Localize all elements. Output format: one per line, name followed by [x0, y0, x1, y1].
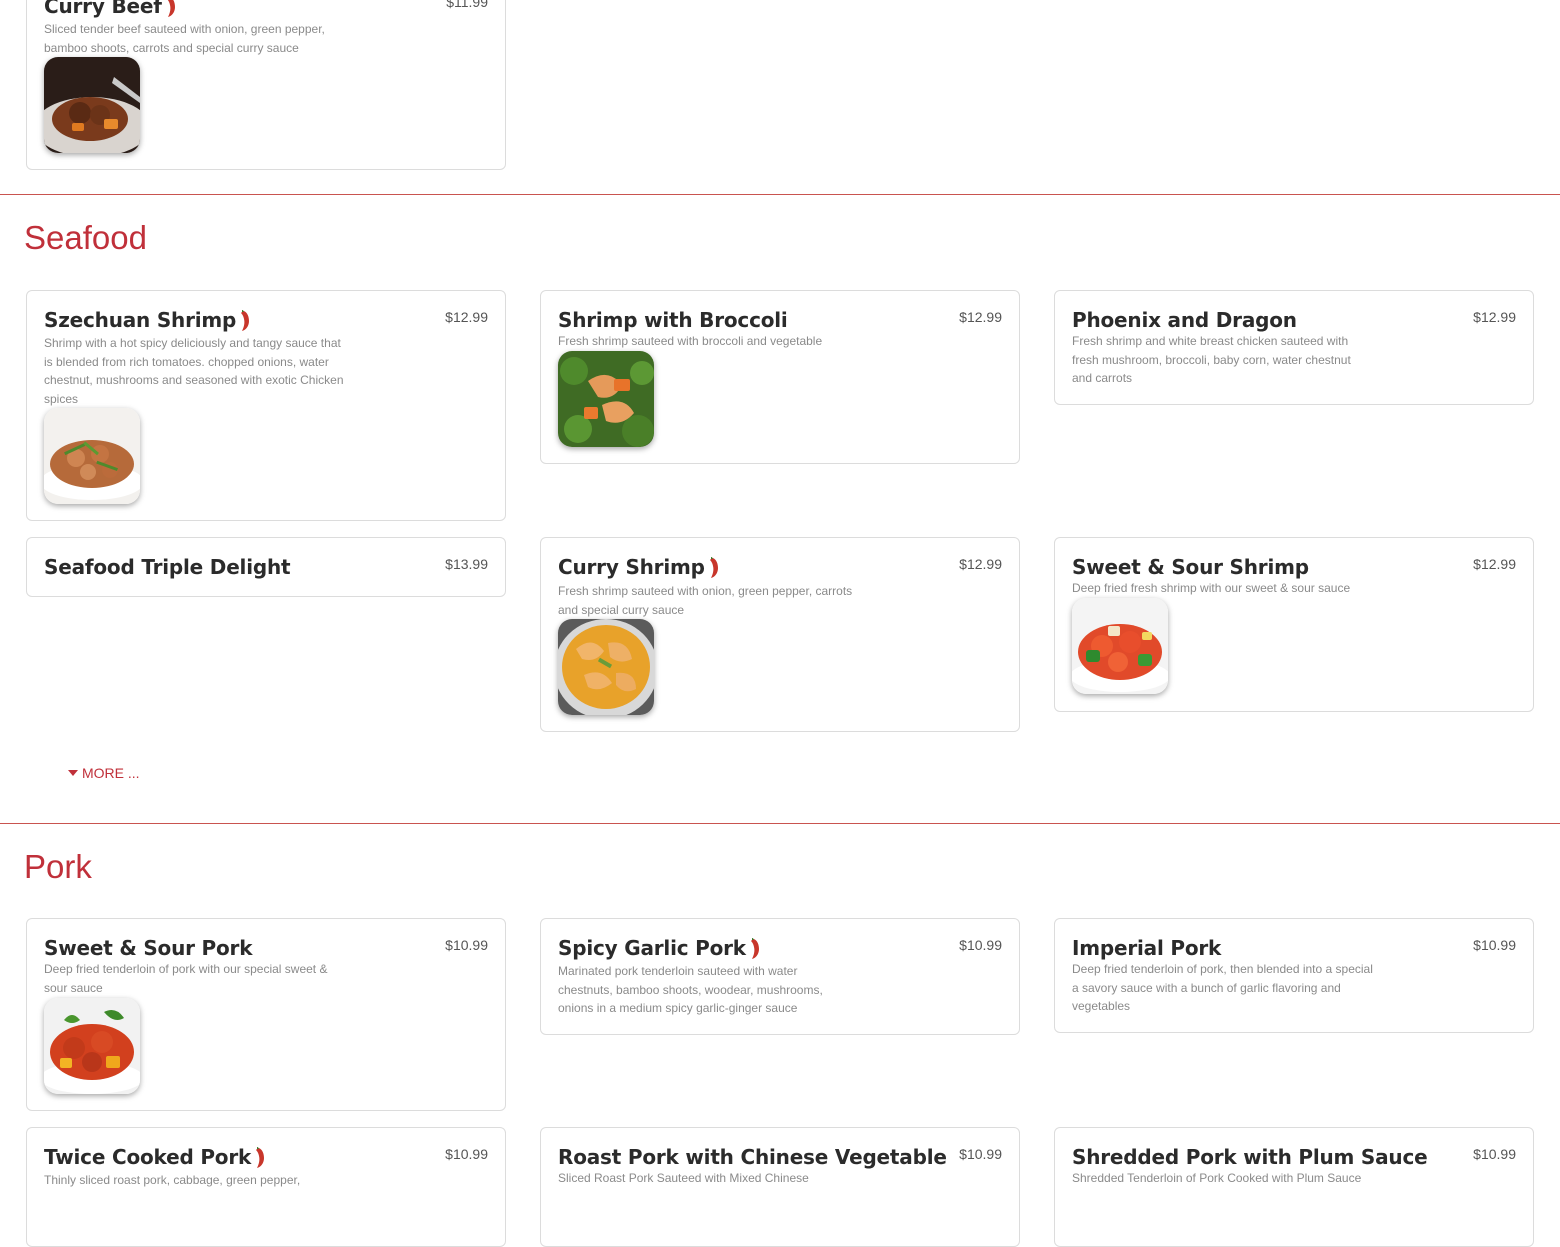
menu-item-name: Twice Cooked Pork	[44, 1144, 265, 1170]
menu-item-description: Deep fried fresh shrimp with our sweet &…	[1072, 581, 1351, 595]
menu-item-name: Curry Shrimp	[558, 554, 719, 580]
menu-item-description: Marinated pork tenderloin sauteed with w…	[558, 964, 823, 1015]
menu-item-price: $10.99	[959, 937, 1002, 953]
menu-item-name: Seafood Triple Delight	[44, 555, 291, 579]
menu-item-price: $10.99	[1473, 937, 1516, 953]
menu-item-name: Sweet & Sour Pork	[44, 936, 253, 960]
menu-item-price: $10.99	[959, 1146, 1002, 1162]
menu-item-price: $10.99	[445, 937, 488, 953]
caret-down-icon	[68, 769, 78, 776]
menu-item-price: $11.99	[446, 0, 488, 10]
curry-shrimp-photo[interactable]	[558, 619, 654, 715]
menu-item-description: Thinly sliced roast pork, cabbage, green…	[44, 1173, 301, 1187]
menu-item-description: Sliced tender beef sauteed with onion, g…	[44, 22, 325, 55]
menu-item-card[interactable]: Imperial Pork $10.99 Deep fried tenderlo…	[1054, 918, 1534, 1033]
chili-spicy-icon	[255, 1147, 265, 1169]
menu-item-name: Sweet & Sour Shrimp	[1072, 555, 1309, 579]
menu-item-name: Curry Beef	[44, 0, 176, 19]
menu-item-price: $12.99	[959, 556, 1002, 572]
menu-item-name: Spicy Garlic Pork	[558, 935, 760, 961]
curry-beef-photo[interactable]	[44, 57, 140, 153]
menu-item-card[interactable]: Sweet & Sour Shrimp $12.99 Deep fried fr…	[1054, 537, 1534, 712]
menu-item-card[interactable]: Shredded Pork with Plum Sauce $10.99 Shr…	[1054, 1127, 1534, 1247]
szechuan-shrimp-photo[interactable]	[44, 408, 140, 504]
chili-spicy-icon	[166, 0, 176, 18]
section-divider	[0, 194, 1560, 195]
menu-item-name: Shredded Pork with Plum Sauce	[1072, 1145, 1428, 1169]
sweet-sour-pork-photo[interactable]	[44, 998, 140, 1094]
menu-item-name: Phoenix and Dragon	[1072, 308, 1297, 332]
menu-item-card[interactable]: Curry Shrimp $12.99 Fresh shrimp sauteed…	[540, 537, 1020, 732]
menu-item-price: $10.99	[1473, 1146, 1516, 1162]
menu-item-card[interactable]: Roast Pork with Chinese Vegetable $10.99…	[540, 1127, 1020, 1247]
chili-spicy-icon	[240, 310, 250, 332]
menu-item-card[interactable]: Shrimp with Broccoli $12.99 Fresh shrimp…	[540, 290, 1020, 464]
menu-item-price: $12.99	[1473, 556, 1516, 572]
menu-item-name: Roast Pork with Chinese Vegetable	[558, 1145, 947, 1169]
menu-item-card[interactable]: Sweet & Sour Pork $10.99 Deep fried tend…	[26, 918, 506, 1111]
menu-item-card[interactable]: Spicy Garlic Pork $10.99 Marinated pork …	[540, 918, 1020, 1035]
sweet-sour-shrimp-photo[interactable]	[1072, 598, 1168, 694]
menu-item-description: Fresh shrimp sauteed with onion, green p…	[558, 584, 853, 617]
menu-item-price: $12.99	[445, 309, 488, 325]
menu-item-price: $12.99	[1473, 309, 1516, 325]
menu-item-description: Fresh shrimp sauteed with broccoli and v…	[558, 334, 823, 348]
chili-spicy-icon	[709, 557, 719, 579]
menu-item-name: Szechuan Shrimp	[44, 307, 250, 333]
menu-item-description: Deep fried tenderloin of pork with our s…	[44, 962, 328, 995]
section-title-seafood: Seafood	[24, 219, 147, 256]
menu-item-name: Shrimp with Broccoli	[558, 308, 788, 332]
section-title-pork: Pork	[24, 848, 92, 885]
menu-item-name: Imperial Pork	[1072, 936, 1222, 960]
menu-item-description: Fresh shrimp and white breast chicken sa…	[1072, 334, 1351, 385]
menu-item-price: $13.99	[445, 556, 488, 572]
menu-item-description: Shrimp with a hot spicy deliciously and …	[44, 336, 344, 406]
menu-item-price: $10.99	[445, 1146, 488, 1162]
chili-spicy-icon	[750, 938, 760, 960]
menu-item-card[interactable]: Seafood Triple Delight $13.99	[26, 537, 506, 597]
shrimp-broccoli-photo[interactable]	[558, 351, 654, 447]
menu-item-card[interactable]: Curry Beef $11.99 Sliced tender beef sau…	[26, 0, 506, 170]
menu-item-card[interactable]: Phoenix and Dragon $12.99 Fresh shrimp a…	[1054, 290, 1534, 405]
menu-item-card[interactable]: Szechuan Shrimp $12.99 Shrimp with a hot…	[26, 290, 506, 521]
menu-item-card[interactable]: Twice Cooked Pork $10.99 Thinly sliced r…	[26, 1127, 506, 1247]
menu-item-price: $12.99	[959, 309, 1002, 325]
menu-item-description: Deep fried tenderloin of pork, then blen…	[1072, 962, 1373, 1013]
section-divider	[0, 823, 1560, 824]
more-items-button[interactable]: MORE ...	[68, 764, 140, 782]
